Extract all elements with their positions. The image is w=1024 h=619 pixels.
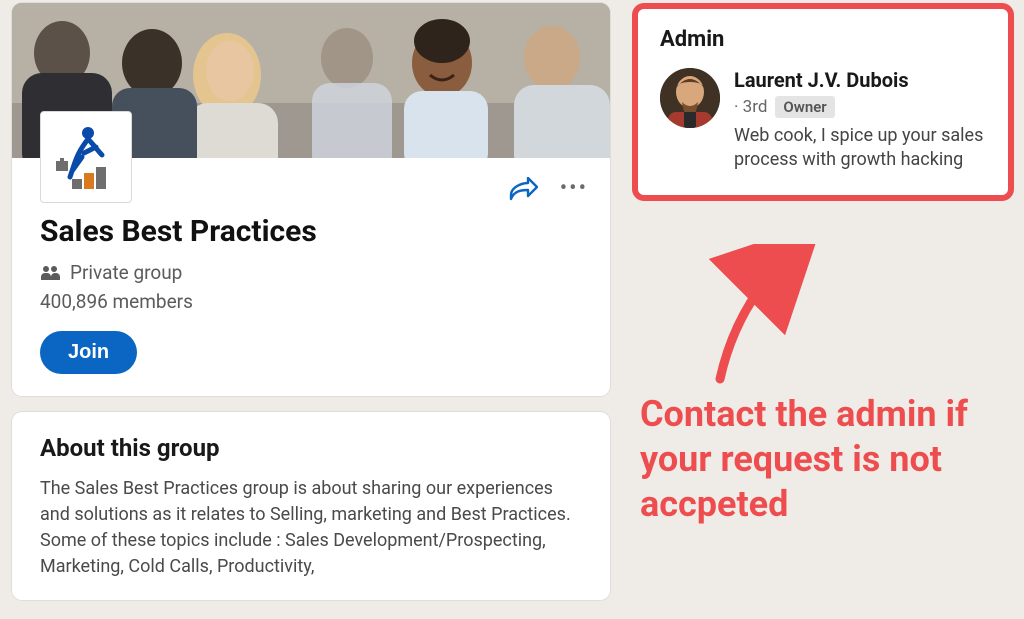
about-card: About this group The Sales Best Practice… [12,412,610,600]
admin-card: Admin Laurent J.V. Dubois · 3rd Owner [632,3,1014,201]
group-header-card: ••• Sales Best Practices Private group 4… [12,3,610,396]
admin-name[interactable]: Laurent J.V. Dubois [734,68,984,92]
admin-heading: Admin [660,27,986,52]
annotation-arrow [700,244,820,384]
owner-badge: Owner [775,96,834,118]
group-title: Sales Best Practices [40,214,582,249]
about-text: The Sales Best Practices group is about … [40,476,582,580]
admin-bio: Web cook, I spice up your sales process … [734,124,984,173]
connection-degree: · 3rd [734,97,767,117]
join-button[interactable]: Join [40,331,137,374]
share-icon[interactable] [508,177,538,201]
people-icon [40,265,60,281]
group-logo [40,111,132,203]
privacy-label: Private group [70,261,182,284]
annotation-text: Contact the admin if your request is not… [640,392,1010,527]
about-heading: About this group [40,434,582,462]
members-count: 400,896 members [40,290,582,313]
avatar[interactable] [660,68,720,128]
group-privacy: Private group [40,261,582,284]
more-options-icon[interactable]: ••• [560,178,588,200]
